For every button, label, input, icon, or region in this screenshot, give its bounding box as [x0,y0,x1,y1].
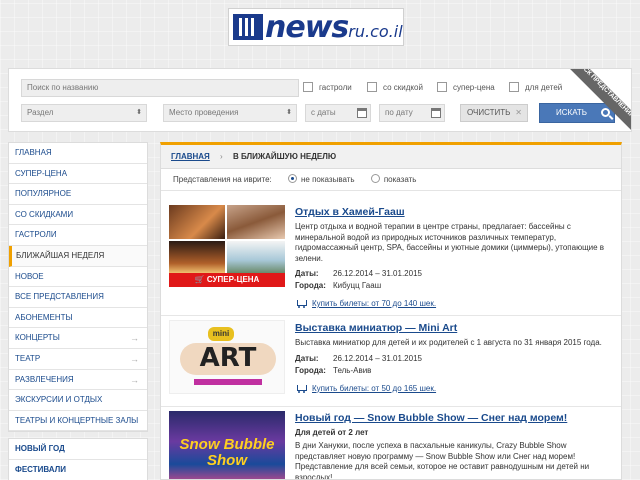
sidebar-item-new-year[interactable]: НОВЫЙ ГОД [9,439,147,460]
sidebar-item-entertainment[interactable]: РАЗВЛЕЧЕНИЯ → [9,370,147,391]
site-logo[interactable]: news ru.co.il [228,8,404,46]
sidebar-extra: НОВЫЙ ГОД ФЕСТИВАЛИ [8,438,148,480]
event-item: mini ART Выставка миниатюр — Mini Art Вы… [161,316,621,407]
hebrew-filter: Представления на иврите: не показывать п… [161,169,621,191]
arrow-right-icon: → [130,353,139,364]
event-title-link[interactable]: Новый год — Snow Bubble Show — Снег над … [295,412,615,424]
sidebar: ГЛАВНАЯ СУПЕР-ЦЕНА ПОПУЛЯРНОЕ СО СКИДКАМ… [8,142,148,480]
super-price-badge: 🛒 СУПЕР-ЦЕНА [169,273,285,287]
checkbox-icon[interactable] [509,82,519,92]
logo-domain-text: ru.co.il [348,21,403,41]
art-label: ART [199,343,257,373]
clear-button[interactable]: ОЧИСТИТЬ ✕ [460,104,528,122]
date-to-input[interactable]: по дату [379,104,445,122]
calendar-icon[interactable] [357,108,367,118]
event-description: Выставка миниатюр для детей и их родител… [295,338,602,347]
sidebar-item-discounts[interactable]: СО СКИДКАМИ [9,205,147,226]
sidebar-nav: ГЛАВНАЯ СУПЕР-ЦЕНА ПОПУЛЯРНОЕ СО СКИДКАМ… [8,142,148,433]
event-image[interactable]: mini ART [169,320,285,394]
caption-strip [194,379,262,385]
event-description: В дни Ханукки, после успеха в пасхальные… [295,441,590,480]
checkbox-tours[interactable]: гастроли [303,82,352,92]
event-item: Snow Bubble Show Новый год — Snow Bubble… [161,407,621,480]
logo-mark-icon [233,14,263,40]
cart-icon [295,299,307,308]
event-body: Новый год — Snow Bubble Show — Снег над … [295,412,615,480]
sidebar-item-theater[interactable]: ТЕАТР → [9,349,147,370]
event-image[interactable]: 🛒 СУПЕР-ЦЕНА [169,205,285,287]
search-button[interactable]: ИСКАТЬ [539,103,615,123]
photo-tile [227,241,285,273]
snow-bubble-label: Snow Bubble Show [179,437,275,469]
checkbox-icon[interactable] [303,82,313,92]
date-from-input[interactable]: с даты [305,104,371,122]
event-dates: Даты: 26.12.2014 – 31.01.2015 [295,353,422,363]
checkbox-super-price[interactable]: супер-цена [437,82,495,92]
arrow-right-icon: → [130,333,139,344]
sidebar-item-popular[interactable]: ПОПУЛЯРНОЕ [9,184,147,205]
event-body: Отдых в Хамей-Гааш Центр отдыха и водной… [295,206,615,308]
sidebar-item-subscriptions[interactable]: АБОНЕМЕНТЫ [9,308,147,329]
section-select[interactable]: Раздел ⬍ [21,104,147,122]
sidebar-item-concerts[interactable]: КОНЦЕРТЫ → [9,328,147,349]
sidebar-item-all-shows[interactable]: ВСЕ ПРЕДСТАВЛЕНИЯ [9,287,147,308]
photo-tile [169,205,225,239]
search-icon [601,108,610,117]
sidebar-item-home[interactable]: ГЛАВНАЯ [9,143,147,164]
sidebar-item-this-week[interactable]: БЛИЖАЙШАЯ НЕДЕЛЯ [9,245,147,267]
event-city: Города: Кибуцц Гааш [295,281,382,290]
event-image[interactable]: Snow Bubble Show [169,411,285,479]
mini-label: mini [208,327,234,341]
checkbox-discount[interactable]: со скидкой [367,82,423,92]
sidebar-item-super-price[interactable]: СУПЕР-ЦЕНА [9,164,147,185]
breadcrumb-home-link[interactable]: ГЛАВНАЯ [171,152,210,161]
event-dates: Даты: 26.12.2014 – 31.01.2015 [295,269,422,278]
hebrew-filter-label: Представления на иврите: [173,175,272,184]
cart-icon [295,384,307,393]
breadcrumb-separator: › [220,152,223,161]
radio-show-hebrew[interactable] [370,174,380,183]
photo-tile [227,205,285,239]
event-title-link[interactable]: Отдых в Хамей-Гааш [295,206,615,218]
event-description: Центр отдыха и водной терапии в центре с… [295,222,605,263]
event-title-link[interactable]: Выставка миниатюр — Mini Art [295,322,615,334]
close-icon: ✕ [515,108,522,117]
breadcrumb-current: В БЛИЖАЙШУЮ НЕДЕЛЮ [232,152,337,161]
name-search-input[interactable]: Поиск по названию [21,79,299,97]
main-content: ГЛАВНАЯ › В БЛИЖАЙШУЮ НЕДЕЛЮ Представлен… [160,142,622,480]
arrow-right-icon: → [130,374,139,385]
radio-hide-hebrew[interactable] [288,174,297,183]
sidebar-item-new[interactable]: НОВОЕ [9,267,147,288]
event-age: Для детей от 2 лет [295,428,369,437]
buy-tickets-link[interactable]: Купить билеты: от 50 до 165 шек. [295,384,615,393]
venue-select[interactable]: Место проведения ⬍ [163,104,297,122]
select-arrows-icon: ⬍ [286,109,292,116]
event-body: Выставка миниатюр — Mini Art Выставка ми… [295,322,615,393]
checkbox-icon[interactable] [367,82,377,92]
checkbox-icon[interactable] [437,82,447,92]
search-panel: Поиск по названию гастроли со скидкой су… [8,68,632,132]
buy-tickets-link[interactable]: Купить билеты: от 70 до 140 шек. [295,299,615,308]
calendar-icon[interactable] [431,108,441,118]
sidebar-item-excursions[interactable]: ЭКСКУРСИИ И ОТДЫХ [9,390,147,411]
breadcrumb: ГЛАВНАЯ › В БЛИЖАЙШУЮ НЕДЕЛЮ [161,145,621,169]
event-item: 🛒 СУПЕР-ЦЕНА Отдых в Хамей-Гааш Центр от… [161,199,621,316]
sidebar-item-festivals[interactable]: ФЕСТИВАЛИ [9,460,147,480]
event-city: Города: Тель-Авив [295,365,372,375]
sidebar-item-tours[interactable]: ГАСТРОЛИ [9,225,147,246]
select-arrows-icon: ⬍ [136,109,142,116]
photo-tile [169,241,225,273]
logo-news-text: news [265,9,349,45]
checkbox-kids[interactable]: для детей [509,82,562,92]
sidebar-item-venues[interactable]: ТЕАТРЫ И КОНЦЕРТНЫЕ ЗАЛЫ [9,411,147,432]
